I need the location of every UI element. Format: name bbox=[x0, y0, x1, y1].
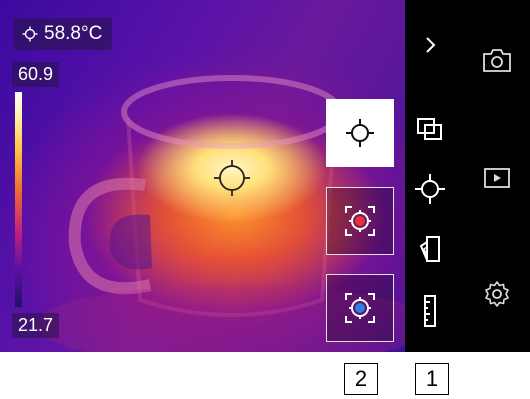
callout-label-2: 2 bbox=[344, 363, 378, 395]
hot-spot-icon bbox=[345, 206, 375, 236]
color-palette-button[interactable] bbox=[412, 231, 448, 267]
spot-temperature-value: 58.8°C bbox=[44, 23, 103, 44]
ruler-icon bbox=[424, 295, 436, 327]
crosshair-icon bbox=[415, 174, 445, 204]
capture-button[interactable] bbox=[479, 42, 515, 78]
image-mode-button[interactable] bbox=[412, 111, 448, 147]
scale-max-value: 60.9 bbox=[12, 62, 60, 87]
chevron-right-icon bbox=[426, 37, 436, 53]
crosshair-icon bbox=[22, 26, 38, 42]
measure-cold-spot-button[interactable] bbox=[326, 274, 394, 342]
temperature-colorbar bbox=[15, 92, 22, 307]
scale-button[interactable] bbox=[412, 293, 448, 329]
center-spot-circle-icon bbox=[214, 160, 250, 196]
settings-button[interactable] bbox=[479, 276, 515, 312]
collapse-menu-button[interactable] bbox=[412, 27, 448, 63]
measure-hot-spot-button[interactable] bbox=[326, 187, 394, 255]
measurement-button[interactable] bbox=[412, 171, 448, 207]
gear-icon bbox=[485, 281, 509, 307]
palette-cards-icon bbox=[419, 236, 440, 262]
crosshair-icon bbox=[346, 119, 374, 147]
play-icon bbox=[484, 168, 510, 188]
gallery-button[interactable] bbox=[479, 160, 515, 196]
scale-min-value: 21.7 bbox=[12, 313, 60, 338]
spot-temperature-readout: 58.8°C bbox=[14, 18, 113, 50]
overlay-layers-icon bbox=[417, 118, 442, 140]
camera-screen: 58.8°C 60.9 21.7 bbox=[0, 0, 530, 352]
callout-label-1: 1 bbox=[415, 363, 449, 395]
measure-spot-button[interactable] bbox=[326, 99, 394, 167]
cold-spot-icon bbox=[345, 293, 375, 323]
camera-icon bbox=[483, 49, 511, 72]
